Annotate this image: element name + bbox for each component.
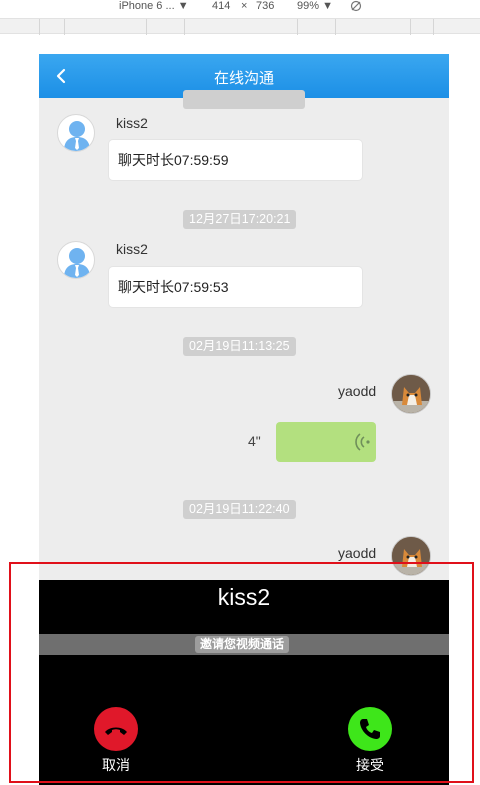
voice-duration: 4"	[248, 433, 261, 449]
timestamp: 12月27日17:20:21	[183, 210, 297, 229]
voice-wave-icon	[355, 433, 370, 451]
media-query-ruler	[0, 18, 480, 35]
page-title: 在线沟通	[213, 70, 274, 87]
message-bubble[interactable]: 聊天时长07:59:53	[109, 267, 362, 307]
voice-message-bubble[interactable]	[276, 422, 376, 462]
rotate-icon[interactable]	[350, 0, 362, 15]
accept-label: 接受	[356, 757, 384, 773]
times-sign: ×	[241, 0, 248, 12]
phone-icon	[360, 719, 380, 739]
sender-name: yaodd	[338, 383, 377, 399]
hang-up-icon	[105, 727, 127, 735]
zoom-value: 99%	[297, 0, 320, 12]
sender-name: kiss2	[116, 115, 148, 131]
user-icon	[64, 121, 90, 151]
device-toolbar: iPhone 6 ... ▼ 414 × 736 99% ▼	[0, 0, 480, 16]
invite-text: 邀请您视频通话	[195, 636, 290, 653]
sender-name: yaodd	[338, 545, 377, 561]
accept-call-button[interactable]	[348, 707, 392, 751]
avatar-cat[interactable]	[391, 374, 431, 414]
width-input[interactable]: 414	[212, 0, 230, 12]
timestamp: 02月19日11:13:25	[183, 337, 296, 356]
cat-avatar-image	[392, 537, 430, 575]
device-select[interactable]: iPhone 6 ... ▼	[119, 0, 189, 12]
timestamp-hidden	[183, 90, 305, 109]
message-bubble[interactable]: 聊天时长07:59:59	[109, 140, 362, 180]
height-input[interactable]: 736	[256, 0, 274, 12]
sender-name: kiss2	[116, 241, 148, 257]
user-icon	[64, 248, 90, 278]
timestamp: 02月19日11:22:40	[183, 500, 296, 519]
cancel-label: 取消	[102, 757, 130, 773]
phone-viewport: 在线沟通 kiss2 聊天时长07:59:59 12月27日17:20:21 k…	[39, 54, 449, 785]
zoom-select[interactable]: 99% ▼	[297, 0, 333, 12]
cancel-call-button[interactable]	[94, 707, 138, 751]
message-list[interactable]: kiss2 聊天时长07:59:59 12月27日17:20:21 kiss2 …	[39, 90, 449, 588]
avatar-cat[interactable]	[391, 536, 431, 576]
caller-name: kiss2	[217, 584, 271, 610]
cat-avatar-image	[392, 375, 430, 413]
avatar[interactable]	[57, 114, 95, 152]
chevron-down-icon: ▼	[322, 0, 333, 12]
incoming-call-panel: kiss2 邀请您视频通话 取消 接受	[39, 580, 449, 785]
chevron-down-icon: ▼	[177, 0, 189, 12]
device-name: iPhone 6 ...	[119, 0, 175, 12]
avatar[interactable]	[57, 241, 95, 279]
